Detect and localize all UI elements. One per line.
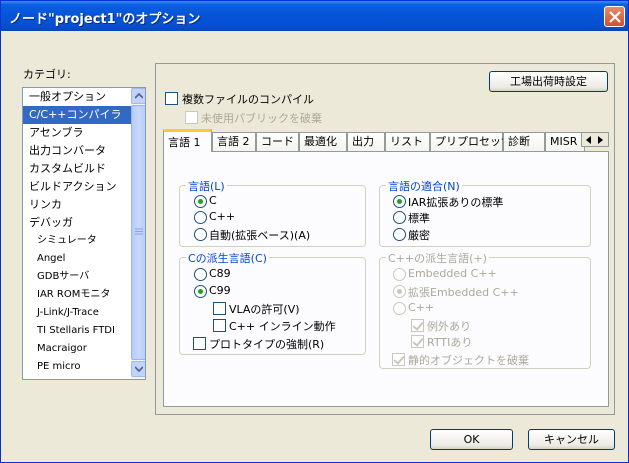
- category-item-ti-stellaris[interactable]: TI Stellaris FTDI: [23, 322, 131, 340]
- tab-list[interactable]: リスト: [385, 132, 430, 151]
- cpp-inline-label: C++ インライン動作: [229, 320, 336, 333]
- c89-radio[interactable]: [194, 268, 207, 281]
- tab-code[interactable]: コード: [256, 132, 299, 151]
- c89-label: C89: [209, 267, 231, 280]
- c99-radio[interactable]: [194, 285, 207, 298]
- language-auto-radio[interactable]: [194, 228, 207, 241]
- conformance-iar-label: IAR拡張ありの標準: [408, 196, 504, 209]
- cpp-inline-checkbox[interactable]: [213, 319, 226, 332]
- language-c-label: C: [209, 194, 217, 207]
- embedded-cpp-label: Embedded C++: [408, 267, 497, 280]
- arrow-right-icon[interactable]: [598, 136, 604, 144]
- tab-misra[interactable]: MISR: [545, 132, 585, 151]
- scroll-up-button[interactable]: [131, 88, 145, 104]
- rtti-checkbox[interactable]: [411, 335, 424, 348]
- require-prototypes-label: プロトタイプの強制(R): [209, 338, 325, 351]
- category-label: カテゴリ:: [23, 68, 71, 81]
- category-scrollbar[interactable]: [131, 88, 145, 379]
- factory-settings-button[interactable]: 工場出荷時設定: [489, 71, 608, 92]
- require-prototypes-checkbox[interactable]: [193, 337, 206, 350]
- language-cpp-label: C++: [209, 210, 236, 223]
- conformance-standard-label: 標準: [408, 212, 430, 225]
- language-cpp-radio[interactable]: [194, 211, 207, 224]
- discard-unused-public-checkbox[interactable]: [185, 111, 198, 124]
- rtti-label: RTTIあり: [427, 336, 473, 349]
- category-item-assembler[interactable]: アセンブラ: [23, 124, 131, 142]
- scroll-thumb[interactable]: [131, 105, 145, 360]
- grip-icon: [135, 228, 143, 235]
- options-dialog: ノード"project1"のオプション カテゴリ: 一般オプション C/C++コ…: [0, 0, 629, 463]
- category-item-gdb-server[interactable]: GDBサーバ: [23, 268, 131, 286]
- category-item-custom-build[interactable]: カスタムビルド: [23, 160, 131, 178]
- multi-file-compile-label: 複数ファイルのコンパイル: [182, 93, 314, 106]
- category-item-general[interactable]: 一般オプション: [23, 88, 131, 106]
- conformance-standard-radio[interactable]: [393, 211, 406, 224]
- conformance-iar-radio[interactable]: [393, 195, 406, 208]
- cpp-radio[interactable]: [393, 302, 406, 315]
- extended-embedded-cpp-radio[interactable]: [393, 285, 406, 298]
- vla-checkbox[interactable]: [213, 302, 226, 315]
- conformance-group-title: 言語の適合(N): [386, 178, 462, 194]
- title-bar[interactable]: ノード"project1"のオプション: [1, 1, 628, 31]
- chevron-up-icon: [135, 93, 143, 99]
- language-auto-label: 自動(拡張ベース)(A): [209, 229, 311, 242]
- tab-scroll-arrows[interactable]: [581, 132, 609, 147]
- scroll-down-button[interactable]: [131, 361, 145, 377]
- tab-output[interactable]: 出力: [347, 132, 385, 151]
- category-item-jlink[interactable]: J-Link/J-Trace: [23, 304, 131, 322]
- category-item-debugger[interactable]: デバッガ: [23, 214, 131, 232]
- ok-button[interactable]: OK: [430, 429, 513, 450]
- language-c-radio[interactable]: [194, 195, 207, 208]
- close-button[interactable]: [604, 6, 625, 27]
- tab-diagnostics[interactable]: 診断: [503, 132, 545, 151]
- cancel-button[interactable]: キャンセル: [528, 429, 615, 450]
- category-list[interactable]: 一般オプション C/C++コンパイラ アセンブラ 出力コンバータ カスタムビルド…: [22, 87, 146, 380]
- tab-optimization[interactable]: 最適化: [299, 132, 347, 151]
- c99-label: C99: [209, 284, 231, 297]
- category-item-angel[interactable]: Angel: [23, 250, 131, 268]
- exceptions-checkbox[interactable]: [411, 319, 424, 332]
- exceptions-label: 例外あり: [427, 320, 471, 333]
- c-dialect-group-title: Cの派生言語(C): [186, 250, 269, 266]
- close-icon: [609, 11, 621, 23]
- extended-embedded-cpp-label: 拡張Embedded C++: [408, 286, 519, 299]
- tab-language-2[interactable]: 言語 2: [212, 132, 256, 151]
- category-item-linker[interactable]: リンカ: [23, 196, 131, 214]
- language-group-title: 言語(L): [186, 178, 227, 194]
- tab-language-1[interactable]: 言語 1: [163, 129, 212, 152]
- discard-unused-public-label: 未使用パブリックを破棄: [201, 112, 322, 125]
- category-item-pe-micro[interactable]: PE micro: [23, 358, 131, 376]
- category-item-build-actions[interactable]: ビルドアクション: [23, 178, 131, 196]
- category-item-simulator[interactable]: シミュレータ: [23, 232, 131, 250]
- category-item-output-converter[interactable]: 出力コンバータ: [23, 142, 131, 160]
- destroy-static-checkbox[interactable]: [392, 353, 405, 366]
- category-item-macraigor[interactable]: Macraigor: [23, 340, 131, 358]
- chevron-down-icon: [135, 366, 143, 372]
- cpp-label: C++: [408, 301, 435, 314]
- vla-label: VLAの許可(V): [229, 303, 300, 316]
- cpp-dialect-group-title: C++の派生言語(+): [386, 250, 489, 266]
- tab-preprocessor[interactable]: プリプロセッサ: [430, 132, 512, 151]
- category-item-compiler[interactable]: C/C++コンパイラ: [23, 106, 131, 124]
- category-item-iar-rom-monitor[interactable]: IAR ROMモニタ: [23, 286, 131, 304]
- conformance-strict-radio[interactable]: [393, 228, 406, 241]
- embedded-cpp-radio[interactable]: [393, 268, 406, 281]
- multi-file-compile-checkbox[interactable]: [165, 92, 178, 105]
- window-title: ノード"project1"のオプション: [9, 12, 201, 27]
- conformance-strict-label: 厳密: [408, 229, 430, 242]
- destroy-static-label: 静的オブジェクトを破棄: [408, 354, 529, 367]
- arrow-left-icon[interactable]: [586, 136, 592, 144]
